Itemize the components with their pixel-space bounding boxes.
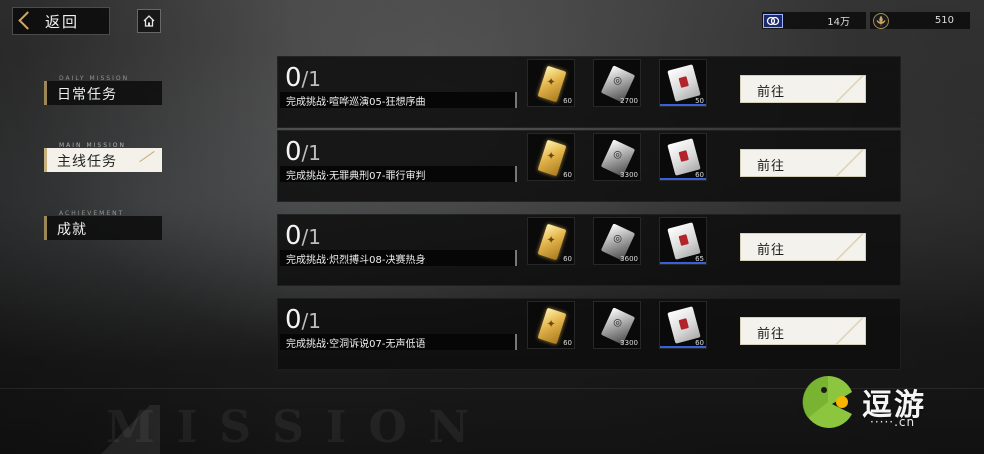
tab-label: 成就 [57, 222, 87, 238]
reward-item[interactable]: 60 [527, 301, 575, 349]
reward-item[interactable]: 2700 [593, 59, 641, 107]
mission-desc: 完成挑战·无罪典刑07-罪行审判 [286, 171, 426, 182]
tab-label: 主线任务 [57, 154, 117, 170]
reward-count: 3300 [620, 171, 638, 179]
tab-main-mission[interactable]: MAIN MISSION 主线任务 [44, 142, 162, 172]
button-decoration [825, 318, 865, 344]
mission-row: 0/1 完成挑战·空洞诉说07-无声低语 60 3300 60 前往 [277, 298, 901, 370]
mission-progress: 0/1 [285, 63, 321, 93]
back-button[interactable]: 返回 [12, 7, 110, 35]
progress-total: /1 [301, 225, 322, 249]
coin-value: 14万 [827, 17, 850, 28]
home-icon [143, 15, 155, 27]
reward-item[interactable]: 60 [527, 217, 575, 265]
tab-en-label: DAILY MISSION [59, 75, 130, 82]
mission-desc-bar: 完成挑战·无罪典刑07-罪行审判 [280, 166, 517, 182]
mission-row: 0/1 完成挑战·无罪典刑07-罪行审判 60 3300 60 前往 [277, 130, 901, 202]
reward-count: 3300 [620, 339, 638, 347]
mission-desc-bar: 完成挑战·喧哗巡演05-狂想序曲 [280, 92, 517, 108]
progress-done: 0 [285, 137, 302, 167]
reward-count: 60 [563, 171, 572, 179]
coin-counter[interactable]: 14万 [762, 12, 866, 29]
tab-en-label: ACHIEVEMENT [59, 210, 125, 217]
reward-item[interactable]: 50 [659, 59, 707, 107]
mission-row: 0/1 完成挑战·炽烈搏斗08-决赛热身 60 3600 65 前往 [277, 214, 901, 286]
fleur-de-lis-icon [870, 12, 892, 29]
reward-count: 50 [695, 97, 704, 105]
button-decoration [825, 150, 865, 176]
reward-count: 60 [695, 171, 704, 179]
reward-item[interactable]: 3600 [593, 217, 641, 265]
reward-item[interactable]: 60 [659, 301, 707, 349]
progress-total: /1 [301, 141, 322, 165]
tab-daily-mission[interactable]: DAILY MISSION 日常任务 [44, 75, 162, 105]
logo-icon [802, 376, 852, 428]
go-label: 前往 [757, 159, 786, 174]
mission-progress: 0/1 [285, 305, 321, 335]
premium-counter[interactable]: 510 [870, 12, 970, 29]
reward-count: 2700 [620, 97, 638, 105]
reward-count: 3600 [620, 255, 638, 263]
go-button[interactable]: 前往 [740, 75, 866, 103]
button-decoration [825, 76, 865, 102]
mission-desc: 完成挑战·炽烈搏斗08-决赛热身 [286, 255, 426, 266]
mission-desc: 完成挑战·喧哗巡演05-狂想序曲 [286, 97, 426, 108]
mission-desc-bar: 完成挑战·炽烈搏斗08-决赛热身 [280, 250, 517, 266]
progress-done: 0 [285, 63, 302, 93]
reward-count: 60 [563, 255, 572, 263]
progress-total: /1 [301, 67, 322, 91]
reward-count: 60 [563, 339, 572, 347]
reward-item[interactable]: 60 [659, 133, 707, 181]
chevron-left-icon [13, 7, 35, 35]
mission-progress: 0/1 [285, 221, 321, 251]
go-label: 前往 [757, 85, 786, 100]
progress-total: /1 [301, 309, 322, 333]
tab-label: 日常任务 [57, 87, 117, 103]
mission-progress: 0/1 [285, 137, 321, 167]
tab-achievement[interactable]: ACHIEVEMENT 成就 [44, 210, 162, 240]
mission-desc: 完成挑战·空洞诉说07-无声低语 [286, 339, 426, 350]
back-label: 返回 [45, 12, 80, 31]
mission-row: 0/1 完成挑战·喧哗巡演05-狂想序曲 60 2700 50 前往 [277, 56, 901, 128]
logo-url: ·····.cn [870, 415, 916, 429]
reward-count: 65 [695, 255, 704, 263]
background-watermark: MISSION [106, 402, 491, 453]
button-decoration [825, 234, 865, 260]
reward-item[interactable]: 60 [527, 133, 575, 181]
progress-done: 0 [285, 305, 302, 335]
premium-value: 510 [934, 15, 954, 26]
go-button[interactable]: 前往 [740, 233, 866, 261]
tab-en-label: MAIN MISSION [59, 142, 126, 149]
go-button[interactable]: 前往 [740, 317, 866, 345]
go-button[interactable]: 前往 [740, 149, 866, 177]
reward-item[interactable]: 65 [659, 217, 707, 265]
home-button[interactable] [137, 9, 161, 33]
mission-desc-bar: 完成挑战·空洞诉说07-无声低语 [280, 334, 517, 350]
go-label: 前往 [757, 327, 786, 342]
go-label: 前往 [757, 243, 786, 258]
coin-icon [762, 12, 784, 29]
reward-count: 60 [563, 97, 572, 105]
reward-count: 60 [695, 339, 704, 347]
reward-item[interactable]: 60 [527, 59, 575, 107]
reward-item[interactable]: 3300 [593, 133, 641, 181]
reward-item[interactable]: 3300 [593, 301, 641, 349]
progress-done: 0 [285, 221, 302, 251]
